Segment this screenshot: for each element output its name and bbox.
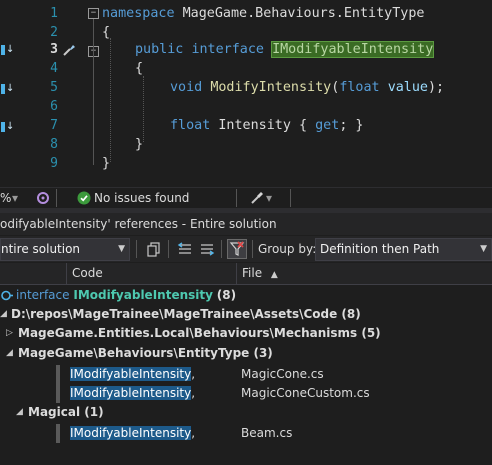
references-title-text: odifyableIntensity' references - Entire … bbox=[0, 217, 277, 231]
group-label: Magical (1) bbox=[28, 405, 104, 419]
code-line-4[interactable]: 4 { bbox=[0, 59, 492, 78]
code-text[interactable]: namespace MageGame.Behaviours.EntityType bbox=[102, 4, 424, 23]
line-number: 5 bbox=[50, 80, 58, 95]
reference-row[interactable]: IModifyableIntensity, MagicCone.cs bbox=[0, 365, 492, 384]
group-label: MageGame\Behaviours\EntityType (3) bbox=[18, 346, 273, 360]
reference-file: MagicCone.cs bbox=[241, 367, 324, 381]
scope-dropdown[interactable]: ntire solution ▼ bbox=[0, 238, 130, 261]
line-number: 7 bbox=[50, 118, 58, 133]
copilot-icon[interactable] bbox=[36, 191, 50, 205]
copy-icon[interactable] bbox=[145, 240, 163, 258]
column-header-file[interactable]: File ▲ bbox=[236, 263, 492, 284]
code-line-9[interactable]: 9 } bbox=[0, 154, 492, 173]
cleanup-dropdown-icon[interactable]: ▾ bbox=[266, 188, 272, 208]
code-text[interactable]: public interface IModifyableIntensity bbox=[135, 40, 435, 59]
code-text[interactable]: float Intensity { get; } bbox=[170, 116, 364, 135]
code-line-3[interactable]: 3 public interface IModifyableIntensity bbox=[0, 40, 492, 59]
path-label: D:\repos\MageTrainee\MageTrainee\Assets\… bbox=[11, 307, 361, 321]
references-panel-title: odifyableIntensity' references - Entire … bbox=[0, 213, 492, 235]
line-number: 9 bbox=[50, 156, 58, 171]
code-text[interactable]: } bbox=[102, 154, 110, 173]
reference-row[interactable]: IModifyableIntensity, Beam.cs bbox=[0, 424, 492, 443]
toolbar-separator bbox=[252, 240, 253, 258]
chevron-down-icon: ▼ bbox=[118, 244, 125, 254]
references-toolbar: ntire solution ▼ Group by: Definition th… bbox=[0, 236, 492, 262]
code-line-5[interactable]: 5 void ModifyIntensity(float value); bbox=[0, 78, 492, 97]
clear-filter-icon[interactable] bbox=[227, 239, 247, 259]
editor-status-bar: % ▾ No issues found ▾ bbox=[0, 187, 492, 208]
previous-location-icon[interactable] bbox=[176, 240, 194, 258]
interface-icon bbox=[1, 290, 13, 301]
group-by-dropdown[interactable]: Definition then Path ▼ bbox=[315, 238, 492, 261]
code-line-1[interactable]: 1 namespace MageGame.Behaviours.EntityTy… bbox=[0, 4, 492, 23]
line-number: 1 bbox=[50, 6, 58, 21]
collapse-arrow-icon[interactable]: ◢ bbox=[16, 403, 23, 422]
line-number: 4 bbox=[50, 61, 58, 76]
group-node[interactable]: ◢ MageGame\Behaviours\EntityType (3) bbox=[0, 344, 492, 363]
code-editor[interactable]: ↓ ↓ ↓ − − 1 namespace MageGame.Behaviour… bbox=[0, 0, 492, 186]
reference-marker bbox=[56, 384, 60, 403]
column-header-code[interactable]: Code bbox=[66, 263, 238, 284]
column-header-code-label: Code bbox=[72, 266, 103, 280]
code-line-8[interactable]: 8 } bbox=[0, 135, 492, 154]
collapse-arrow-icon[interactable]: ◢ bbox=[6, 344, 13, 363]
expand-arrow-icon[interactable]: ▷ bbox=[6, 324, 13, 343]
group-by-value: Definition then Path bbox=[320, 242, 440, 256]
code-text[interactable]: } bbox=[135, 135, 143, 154]
reference-marker bbox=[56, 424, 60, 443]
code-cleanup-icon[interactable] bbox=[250, 191, 264, 205]
reference-marker bbox=[56, 365, 60, 384]
reference-code: IModifyableIntensity, bbox=[70, 426, 196, 440]
path-node[interactable]: ◢ D:\repos\MageTrainee\MageTrainee\Asset… bbox=[0, 305, 492, 324]
sort-ascending-icon[interactable]: ▲ bbox=[271, 270, 278, 280]
line-number: 3 bbox=[50, 42, 58, 57]
toolbar-separator bbox=[136, 240, 137, 258]
toolbar-separator bbox=[221, 240, 222, 258]
group-label: MageGame.Entities.Local\Behaviours\Mecha… bbox=[18, 326, 381, 340]
results-column-headers: Code File ▲ bbox=[0, 263, 492, 285]
chevron-down-icon: ▼ bbox=[480, 244, 487, 254]
zoom-level[interactable]: % bbox=[0, 188, 11, 208]
collapse-arrow-icon[interactable]: ◢ bbox=[0, 305, 7, 324]
zoom-dropdown-icon[interactable]: ▾ bbox=[12, 188, 18, 208]
check-circle-icon bbox=[77, 191, 91, 205]
line-number: 6 bbox=[50, 99, 58, 114]
code-line-7[interactable]: 7 float Intensity { get; } bbox=[0, 116, 492, 135]
status-separator bbox=[290, 189, 291, 207]
code-text[interactable]: void ModifyIntensity(float value); bbox=[170, 78, 444, 97]
reference-row[interactable]: IModifyableIntensity, MagicConeCustom.cs bbox=[0, 384, 492, 403]
issues-status[interactable]: No issues found bbox=[94, 188, 189, 208]
column-header-file-label: File bbox=[242, 266, 263, 280]
code-line-6[interactable]: 6 bbox=[0, 97, 492, 116]
highlighted-symbol: IModifyableIntensity bbox=[271, 41, 435, 58]
reference-file: Beam.cs bbox=[241, 426, 293, 440]
toolbar-separator bbox=[168, 240, 169, 258]
definition-row[interactable]: interface IModifyableIntensity (8) bbox=[0, 286, 492, 305]
group-node[interactable]: ▷ MageGame.Entities.Local\Behaviours\Mec… bbox=[0, 324, 492, 343]
code-text[interactable]: { bbox=[135, 59, 143, 78]
reference-code: IModifyableIntensity, bbox=[70, 386, 196, 400]
scope-value: ntire solution bbox=[1, 242, 81, 256]
definition-text: interface IModifyableIntensity (8) bbox=[16, 288, 237, 302]
status-separator bbox=[236, 189, 237, 207]
next-location-icon[interactable] bbox=[198, 240, 216, 258]
reference-code: IModifyableIntensity, bbox=[70, 367, 196, 381]
status-separator bbox=[56, 189, 57, 207]
line-number: 8 bbox=[50, 137, 58, 152]
reference-file: MagicConeCustom.cs bbox=[241, 386, 370, 400]
group-node[interactable]: ◢ Magical (1) bbox=[0, 403, 492, 422]
group-by-label: Group by: bbox=[258, 242, 317, 256]
